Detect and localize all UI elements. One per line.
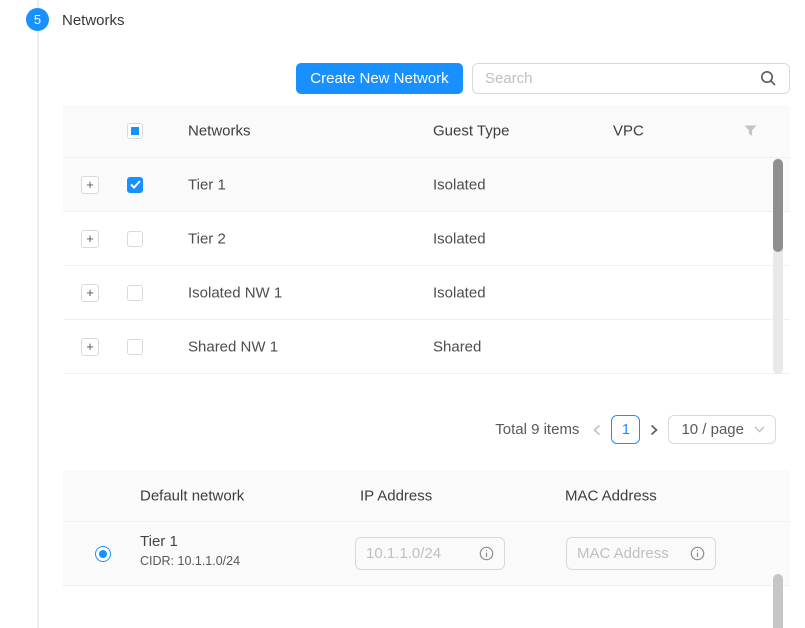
column-header-vpc: VPC (613, 123, 644, 140)
row-checkbox[interactable] (127, 231, 143, 247)
networks-table-header: Networks Guest Type VPC (63, 105, 790, 158)
filter-icon[interactable] (744, 125, 757, 137)
radio-dot (99, 550, 107, 558)
search-input[interactable] (485, 70, 760, 87)
default-network-table-header: Default network IP Address MAC Address (63, 470, 790, 522)
page-size-select[interactable]: 10 / page (668, 415, 776, 444)
chevron-right-icon (649, 424, 659, 436)
select-all-checkbox[interactable] (127, 123, 143, 139)
table-row[interactable]: + Tier 2 Isolated (63, 212, 790, 266)
checkmark-icon (130, 180, 141, 189)
default-network-row[interactable]: Tier 1 CIDR: 10.1.1.0/24 (63, 522, 790, 586)
page-size-value: 10 / page (681, 421, 744, 438)
guest-type: Isolated (433, 230, 486, 247)
previous-page-button[interactable] (592, 424, 602, 436)
chevron-left-icon (592, 424, 602, 436)
search-icon[interactable] (760, 70, 777, 87)
networks-table: Networks Guest Type VPC + Tier 1 Isolate… (63, 105, 790, 374)
ip-address-input[interactable] (366, 545, 479, 562)
page-number-button[interactable]: 1 (611, 415, 640, 444)
column-header-networks: Networks (188, 123, 251, 140)
table-row[interactable]: + Tier 1 Isolated (63, 158, 790, 212)
network-name: Tier 2 (188, 230, 226, 247)
expand-row-button[interactable]: + (81, 230, 99, 248)
row-checkbox[interactable] (127, 339, 143, 355)
column-header-guest-type: Guest Type (433, 123, 509, 140)
info-icon[interactable] (479, 546, 494, 561)
pagination: Total 9 items 1 10 / page (495, 414, 776, 445)
default-network-cidr: CIDR: 10.1.1.0/24 (140, 554, 240, 568)
guest-type: Shared (433, 338, 481, 355)
checkbox-indeterminate-mark (131, 127, 139, 135)
network-name: Shared NW 1 (188, 338, 278, 355)
create-new-network-button[interactable]: Create New Network (296, 63, 463, 94)
network-name-block: Tier 1 CIDR: 10.1.1.0/24 (140, 533, 240, 568)
row-checkbox[interactable] (127, 285, 143, 301)
scrollbar-thumb[interactable] (773, 159, 783, 252)
search-box[interactable] (472, 63, 790, 94)
default-network-table: Default network IP Address MAC Address T… (63, 470, 790, 586)
column-header-ip-address: IP Address (360, 487, 432, 504)
step-connector-line (37, 0, 39, 628)
column-header-default-network: Default network (140, 487, 244, 504)
expand-row-button[interactable]: + (81, 338, 99, 356)
table-scrollbar[interactable] (773, 158, 783, 374)
default-network-name: Tier 1 (140, 533, 240, 550)
next-page-button[interactable] (649, 424, 659, 436)
step-title: Networks (62, 12, 125, 29)
guest-type: Isolated (433, 284, 486, 301)
expand-row-button[interactable]: + (81, 176, 99, 194)
networks-step-screen: 5 Networks Create New Network Networks G… (0, 0, 805, 628)
scrollbar-thumb[interactable] (773, 574, 783, 628)
mac-address-input[interactable] (577, 545, 690, 562)
step-number-badge: 5 (26, 8, 49, 31)
table-row[interactable]: + Shared NW 1 Shared (63, 320, 790, 374)
pagination-total: Total 9 items (495, 421, 579, 438)
info-icon[interactable] (690, 546, 705, 561)
ip-address-field[interactable] (355, 537, 505, 570)
expand-row-button[interactable]: + (81, 284, 99, 302)
default-network-radio[interactable] (95, 546, 111, 562)
step-number: 5 (34, 12, 41, 27)
guest-type: Isolated (433, 176, 486, 193)
network-name: Tier 1 (188, 176, 226, 193)
table-scrollbar[interactable] (773, 574, 783, 628)
table-row[interactable]: + Isolated NW 1 Isolated (63, 266, 790, 320)
mac-address-field[interactable] (566, 537, 716, 570)
column-header-mac-address: MAC Address (565, 487, 657, 504)
network-name: Isolated NW 1 (188, 284, 282, 301)
row-checkbox[interactable] (127, 177, 143, 193)
chevron-down-icon (754, 426, 765, 433)
